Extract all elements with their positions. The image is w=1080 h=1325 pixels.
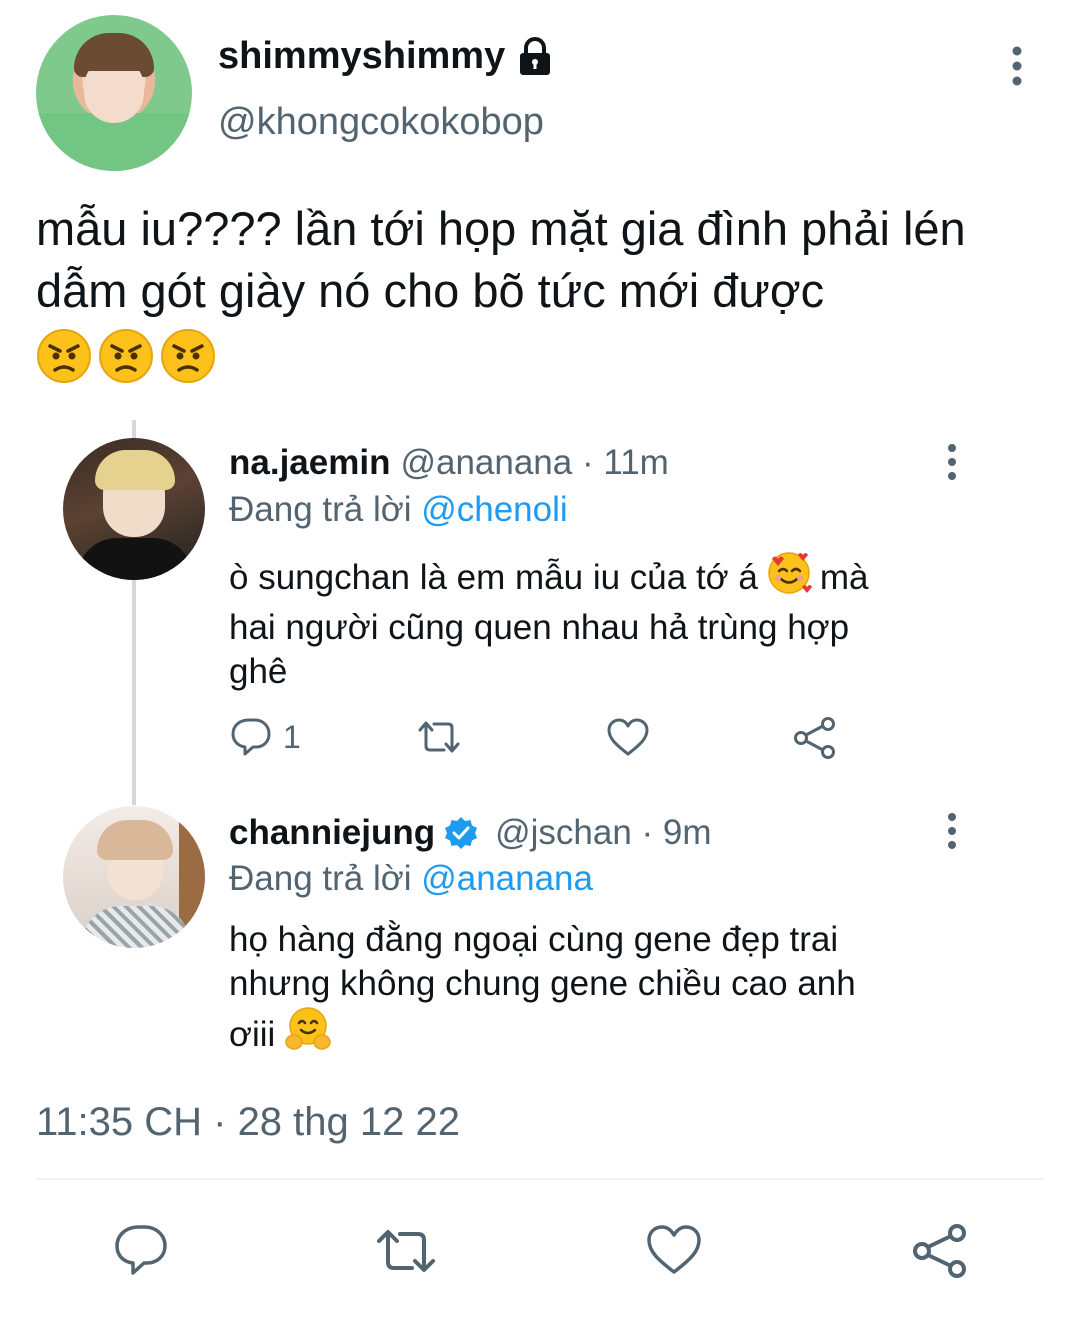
reply-text-line: mà bbox=[819, 557, 869, 597]
reply-header: channiejung @jschan · 9m bbox=[229, 813, 712, 853]
reply-text-line: ò sungchan là em mẫu iu của tớ á bbox=[229, 557, 758, 597]
angry-face-icon bbox=[160, 328, 216, 389]
tweet-text: mẫu iu???? lần tới họp mặt gia đình phải… bbox=[36, 202, 966, 317]
reply-meta[interactable]: @ananana · 11m bbox=[400, 443, 668, 483]
reply-author-name[interactable]: na.jaemin bbox=[229, 443, 390, 483]
reply-avatar[interactable] bbox=[63, 806, 205, 948]
author-handle[interactable]: @khongcokokobop bbox=[218, 101, 544, 144]
share-button[interactable] bbox=[792, 716, 838, 760]
reply-author-name[interactable]: channiejung bbox=[229, 813, 435, 853]
like-button[interactable] bbox=[605, 716, 651, 758]
author-avatar[interactable] bbox=[36, 15, 192, 171]
heart-icon bbox=[605, 716, 651, 758]
retweet-icon bbox=[373, 1224, 439, 1278]
verified-badge-icon bbox=[443, 815, 479, 851]
heart-icon bbox=[644, 1222, 704, 1278]
more-options-icon[interactable] bbox=[1000, 44, 1034, 88]
reply-header: na.jaemin @ananana · 11m bbox=[229, 443, 669, 483]
reply-text: họ hàng đằng ngoại cùng gene đẹp trai nh… bbox=[229, 918, 929, 1063]
retweet-button[interactable] bbox=[414, 716, 464, 758]
more-options-icon[interactable] bbox=[937, 811, 967, 851]
angry-face-icon bbox=[36, 328, 92, 389]
tweet-timestamp[interactable]: 11:35 CH · 28 thg 12 22 bbox=[36, 1100, 460, 1145]
reply-count: 1 bbox=[283, 718, 301, 755]
replying-to-label: Đang trả lời bbox=[229, 859, 412, 898]
smiling-face-with-hearts-icon bbox=[766, 549, 812, 606]
share-icon bbox=[910, 1222, 970, 1280]
replying-to: Đang trả lời @chenoli bbox=[229, 490, 568, 530]
author-name-row[interactable]: shimmyshimmy bbox=[218, 35, 553, 78]
reply-button[interactable] bbox=[112, 1222, 170, 1280]
hugging-face-icon bbox=[285, 1006, 332, 1063]
reply-text-line: ơiii bbox=[229, 1014, 276, 1054]
reply-text-line: ghê bbox=[229, 652, 288, 691]
comment-icon bbox=[229, 716, 273, 758]
angry-face-icon bbox=[98, 328, 154, 389]
reply-text-line: nhưng không chung gene chiều cao anh bbox=[229, 964, 856, 1003]
reply-button[interactable]: 1 bbox=[229, 716, 301, 758]
replying-to: Đang trả lời @ananana bbox=[229, 859, 593, 899]
more-options-icon[interactable] bbox=[937, 442, 967, 482]
lock-icon bbox=[517, 36, 553, 77]
like-button[interactable] bbox=[644, 1222, 704, 1278]
reply-text-line: họ hàng đằng ngoại cùng gene đẹp trai bbox=[229, 920, 839, 959]
reply-avatar[interactable] bbox=[63, 438, 205, 580]
mention-link[interactable]: @chenoli bbox=[421, 490, 567, 529]
retweet-icon bbox=[414, 716, 464, 758]
reply-text: ò sungchan là em mẫu iu của tớ á mà hai … bbox=[229, 549, 929, 694]
comment-icon bbox=[112, 1222, 170, 1280]
share-icon bbox=[792, 716, 838, 760]
reply-meta[interactable]: @jschan · 9m bbox=[495, 813, 711, 853]
tweet-emojis bbox=[36, 328, 216, 389]
replying-to-label: Đang trả lời bbox=[229, 490, 412, 529]
mention-link[interactable]: @ananana bbox=[421, 859, 593, 898]
author-name[interactable]: shimmyshimmy bbox=[218, 35, 505, 78]
reply-text-line: hai người cũng quen nhau hả trùng hợp bbox=[229, 608, 850, 647]
share-button[interactable] bbox=[910, 1222, 970, 1280]
retweet-button[interactable] bbox=[373, 1224, 439, 1278]
divider bbox=[36, 1178, 1044, 1180]
